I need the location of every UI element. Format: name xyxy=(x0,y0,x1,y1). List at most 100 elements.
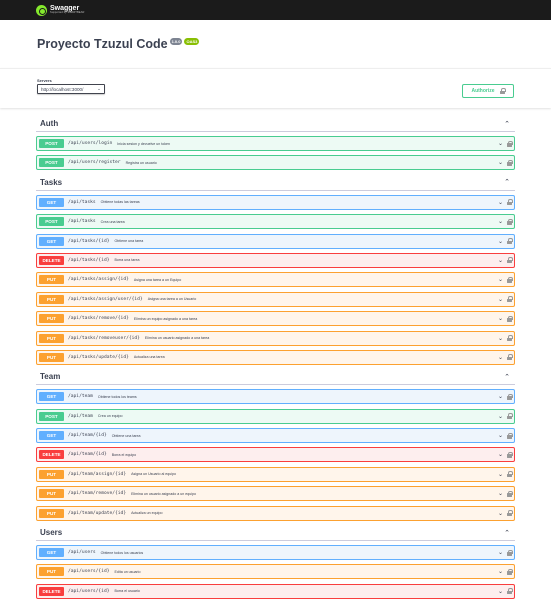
lock-icon[interactable] xyxy=(507,257,513,264)
lock-icon[interactable] xyxy=(507,159,513,166)
operation-row[interactable]: DELETE/api/team/{id} Borra el equipo ⌄ xyxy=(36,447,515,463)
lock-icon[interactable] xyxy=(507,549,513,556)
method-badge: PUT xyxy=(39,508,64,518)
chevron-down-icon[interactable]: ⌄ xyxy=(498,276,503,283)
method-badge: POST xyxy=(39,139,64,148)
chevron-up-icon[interactable]: ⌃ xyxy=(504,529,510,537)
operation-icons: ⌄ xyxy=(498,257,513,264)
operation-row[interactable]: PUT/api/team/update/{id} Actualiza un equ… xyxy=(36,505,515,521)
chevron-down-icon[interactable]: ⌄ xyxy=(498,218,503,225)
operation-row[interactable]: POST/api/team Crea un equipo ⌄ xyxy=(36,408,515,424)
topbar: Swagger Supported by SMARTBEAR xyxy=(0,0,551,20)
operation-row[interactable]: PUT/api/team/assign/{id} Asigna un Usuari… xyxy=(36,466,515,482)
operation-row[interactable]: PUT/api/tasks/assign/user/{id} Asigna una… xyxy=(36,291,515,307)
chevron-down-icon[interactable]: ⌄ xyxy=(498,257,503,264)
operation-path: /api/users/{id} xyxy=(68,569,110,575)
servers-label: Servers xyxy=(37,78,52,83)
lock-icon[interactable] xyxy=(507,238,513,245)
operation-row[interactable]: POST/api/users/register Registra un usuar… xyxy=(36,155,515,171)
chevron-up-icon[interactable]: ⌃ xyxy=(504,373,510,381)
operation-row[interactable]: PUT/api/tasks/remove/{id} Elimina un equi… xyxy=(36,311,515,327)
chevron-down-icon[interactable]: ⌄ xyxy=(498,354,503,361)
lock-icon[interactable] xyxy=(507,199,513,206)
chevron-up-icon[interactable]: ⌃ xyxy=(504,178,510,186)
operation-row[interactable]: GET/api/tasks/{id} Obtiene una tarea ⌄ xyxy=(36,233,515,249)
operation-row[interactable]: GET/api/team/{id} Obtiene una tarea ⌄ xyxy=(36,428,515,444)
operation-row[interactable]: GET/api/tasks Obtiene todas las tareas ⌄ xyxy=(36,194,515,210)
chevron-down-icon[interactable]: ⌄ xyxy=(498,296,503,303)
operation-row[interactable]: GET/api/team Obtiene todos los teams ⌄ xyxy=(36,389,515,405)
lock-icon[interactable] xyxy=(507,335,513,342)
lock-icon[interactable] xyxy=(507,490,513,497)
chevron-down-icon[interactable]: ⌄ xyxy=(498,238,503,245)
tag-name: Auth xyxy=(40,119,59,128)
operation-row[interactable]: DELETE/api/users/{id} Borra el usuario ⌄ xyxy=(36,583,515,599)
method-badge: DELETE xyxy=(39,450,64,460)
operation-row[interactable]: PUT/api/tasks/assign/{id} Asigna una tare… xyxy=(36,272,515,288)
servers-block: Servers http://localhost:3000/ ⌄ xyxy=(37,78,105,108)
lock-icon[interactable] xyxy=(507,413,513,420)
operation-row[interactable]: POST/api/users/login Inicia sesion y devu… xyxy=(36,136,515,151)
operation-icons: ⌄ xyxy=(498,335,513,342)
tag-section: Team ⌃ GET/api/team Obtiene todos los teams… xyxy=(36,369,515,521)
authorize-label: Authorize xyxy=(471,88,495,94)
method-badge: PUT xyxy=(39,314,64,324)
lock-icon[interactable] xyxy=(507,568,513,575)
operation-path: /api/users/register xyxy=(68,160,121,166)
chevron-down-icon[interactable]: ⌄ xyxy=(498,199,503,206)
lock-icon[interactable] xyxy=(507,315,513,322)
operation-summary: Obtiene todos los usuarios xyxy=(100,550,144,555)
operation-icons: ⌄ xyxy=(498,549,513,556)
chevron-down-icon[interactable]: ⌄ xyxy=(498,159,503,166)
lock-icon[interactable] xyxy=(507,140,513,147)
chevron-down-icon[interactable]: ⌄ xyxy=(498,471,503,478)
lock-icon[interactable] xyxy=(507,471,513,478)
chevron-down-icon[interactable]: ⌄ xyxy=(498,568,503,575)
operation-summary: Actualiza un equipo xyxy=(131,511,163,516)
lock-icon[interactable] xyxy=(507,588,513,595)
operation-path: /api/team xyxy=(68,394,93,400)
tag-header[interactable]: Tasks ⌃ xyxy=(36,175,515,191)
operation-row[interactable]: PUT/api/team/remove/{id} Elimina un usuar… xyxy=(36,486,515,502)
tag-header[interactable]: Users ⌃ xyxy=(36,525,515,542)
method-badge: PUT xyxy=(39,333,64,343)
operation-row[interactable]: PUT/api/users/{id} Edita un usuario ⌄ xyxy=(36,564,515,580)
operation-row[interactable]: PUT/api/tasks/update/{id} Actualiza una t… xyxy=(36,349,515,365)
operation-icons: ⌄ xyxy=(498,510,513,517)
chevron-down-icon[interactable]: ⌄ xyxy=(498,393,503,400)
chevron-down-icon[interactable]: ⌄ xyxy=(498,315,503,322)
operation-icons: ⌄ xyxy=(498,218,513,225)
operation-row[interactable]: PUT/api/tasks/removeuser/{id} Elimina un … xyxy=(36,330,515,346)
authorize-button[interactable]: Authorize xyxy=(462,84,514,98)
operation-icons: ⌄ xyxy=(498,159,513,166)
lock-icon[interactable] xyxy=(507,354,513,361)
operation-row[interactable]: GET/api/users Obtiene todos los usuarios ⌄ xyxy=(36,545,515,561)
operation-icons: ⌄ xyxy=(498,140,513,147)
chevron-down-icon[interactable]: ⌄ xyxy=(498,335,503,342)
lock-icon[interactable] xyxy=(507,276,513,283)
operation-row[interactable]: DELETE/api/tasks/{id} Borra una tarea ⌄ xyxy=(36,252,515,268)
chevron-up-icon[interactable]: ⌃ xyxy=(504,120,510,128)
lock-icon[interactable] xyxy=(507,451,513,458)
chevron-down-icon[interactable]: ⌄ xyxy=(498,549,503,556)
lock-icon[interactable] xyxy=(507,296,513,303)
lock-icon[interactable] xyxy=(507,510,513,517)
chevron-down-icon[interactable]: ⌄ xyxy=(498,451,503,458)
lock-icon[interactable] xyxy=(507,432,513,439)
chevron-down-icon[interactable]: ⌄ xyxy=(498,432,503,439)
chevron-down-icon[interactable]: ⌄ xyxy=(498,588,503,595)
swagger-logo[interactable]: Swagger Supported by SMARTBEAR xyxy=(36,4,84,16)
servers-select[interactable]: http://localhost:3000/ ⌄ xyxy=(37,84,105,94)
tag-header[interactable]: Auth ⌃ xyxy=(36,116,515,132)
operation-icons: ⌄ xyxy=(498,354,513,361)
chevron-down-icon[interactable]: ⌄ xyxy=(498,140,503,147)
chevron-down-icon[interactable]: ⌄ xyxy=(498,413,503,420)
operation-row[interactable]: POST/api/tasks Crea una tarea ⌄ xyxy=(36,214,515,230)
tag-header[interactable]: Team ⌃ xyxy=(36,369,515,386)
chevron-down-icon[interactable]: ⌄ xyxy=(498,510,503,517)
lock-icon[interactable] xyxy=(507,393,513,400)
operation-path: /api/team/{id} xyxy=(68,433,107,439)
lock-icon[interactable] xyxy=(507,218,513,225)
chevron-down-icon[interactable]: ⌄ xyxy=(498,490,503,497)
operation-path: /api/users/login xyxy=(68,141,113,146)
